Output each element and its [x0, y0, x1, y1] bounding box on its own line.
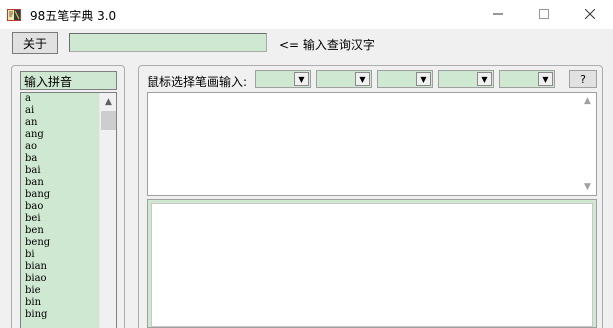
close-button[interactable] — [567, 0, 613, 30]
down-arrow-icon[interactable]: ▼ — [538, 72, 553, 86]
pinyin-list[interactable]: a ai an ang ao ba bai ban bang bao bei ben beng bi bia… — [20, 92, 117, 328]
minimize-button[interactable] — [475, 0, 521, 30]
down-arrow-icon[interactable]: ▼ — [294, 72, 309, 86]
down-arrow-icon[interactable]: ▼ — [477, 72, 492, 86]
window-title: 98五笔字典 3.0 — [30, 9, 117, 23]
scroll-thumb[interactable] — [101, 111, 116, 130]
pinyin-scrollbar[interactable]: ▲ — [99, 93, 116, 328]
stroke-select-3[interactable]: ▼ — [377, 70, 433, 88]
close-icon — [584, 8, 596, 22]
pinyin-input-header[interactable]: 输入拼音 — [20, 71, 117, 90]
up-arrow-icon[interactable]: ▲ — [579, 93, 596, 109]
maximize-button[interactable] — [521, 0, 567, 30]
maximize-icon — [539, 8, 549, 22]
hanzi-query-input[interactable] — [69, 33, 267, 52]
result-scrollbar[interactable]: ▲ ▼ — [579, 93, 596, 195]
about-button[interactable]: 关于 — [12, 32, 58, 54]
minimize-icon — [493, 8, 503, 22]
down-arrow-icon[interactable]: ▼ — [416, 72, 431, 86]
stroke-select-5[interactable]: ▼ — [499, 70, 555, 88]
title-bar[interactable]: 98五笔字典 3.0 — [0, 0, 613, 30]
dictionary-book-icon[interactable] — [6, 7, 22, 23]
detail-scrollbar[interactable] — [575, 204, 592, 326]
stroke-select-2[interactable]: ▼ — [316, 70, 372, 88]
query-hint-label: <= 输入查询汉字 — [279, 38, 375, 52]
down-arrow-icon[interactable]: ▼ — [355, 72, 370, 86]
detail-text-area[interactable] — [151, 203, 593, 327]
stroke-input-label: 鼠标选择笔画输入: — [147, 75, 248, 89]
stroke-select-4[interactable]: ▼ — [438, 70, 494, 88]
down-arrow-icon[interactable]: ▼ — [579, 179, 596, 195]
result-text-area[interactable]: ▲ ▼ — [147, 92, 597, 196]
stroke-select-1[interactable]: ▼ — [255, 70, 311, 88]
up-arrow-icon[interactable]: ▲ — [100, 93, 116, 110]
detail-panel[interactable] — [147, 199, 597, 328]
help-button[interactable]: ? — [569, 70, 597, 88]
